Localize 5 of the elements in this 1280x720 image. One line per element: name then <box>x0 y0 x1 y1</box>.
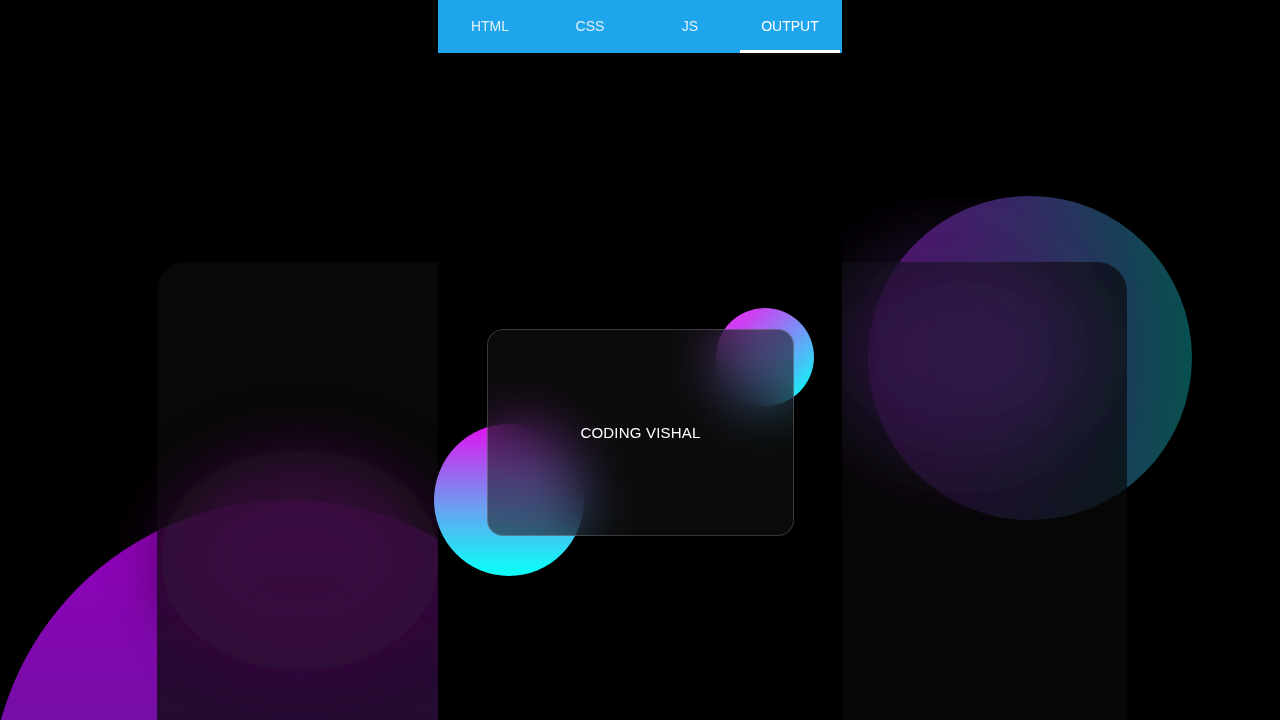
tab[interactable]: OUTPUT <box>740 0 840 53</box>
tab[interactable]: JS <box>640 0 740 53</box>
tab[interactable]: CSS <box>540 0 640 53</box>
card-title: CODING VISHAL <box>580 424 701 441</box>
tab[interactable]: HTML <box>440 0 540 53</box>
